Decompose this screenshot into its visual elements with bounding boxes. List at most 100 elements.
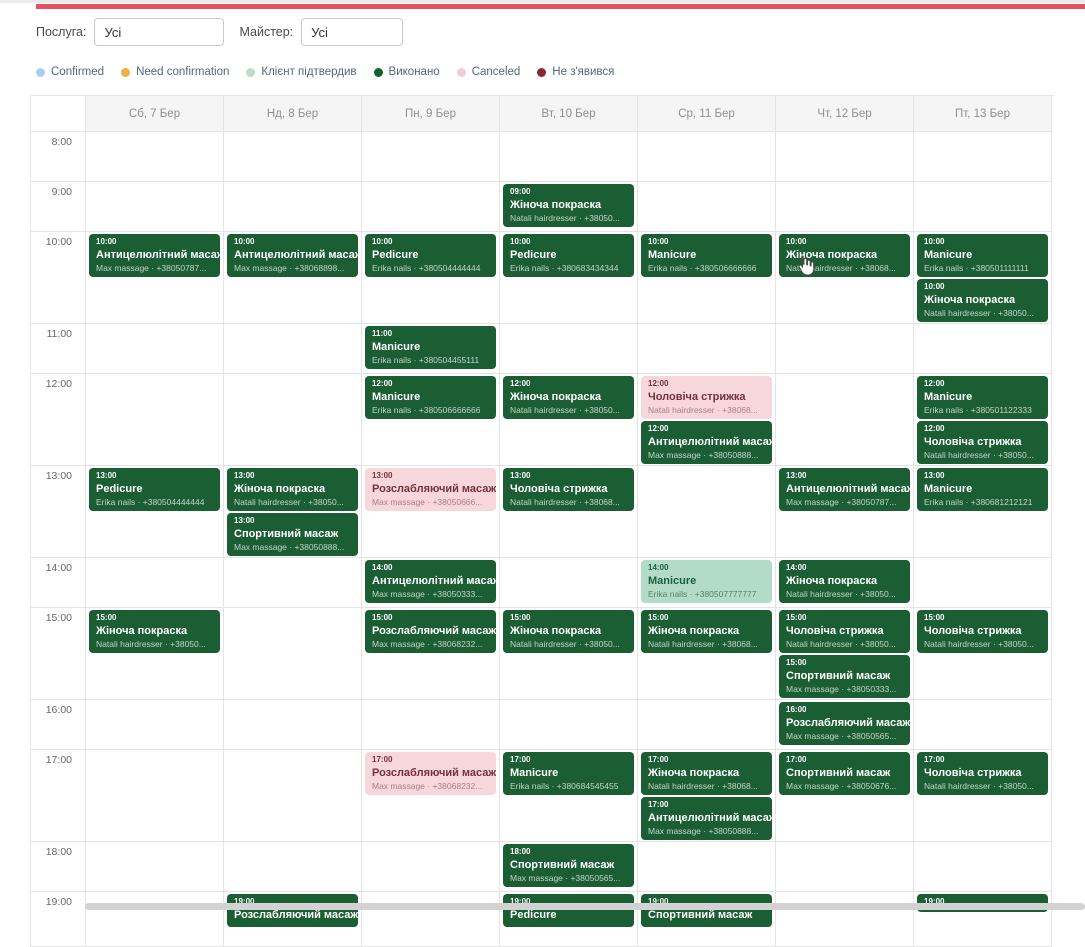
event-block[interactable]: 13:00Розслабляючий масажMax massage · +3… bbox=[365, 468, 496, 511]
calendar-cell[interactable] bbox=[86, 324, 224, 374]
calendar-cell[interactable] bbox=[500, 324, 638, 374]
calendar-cell[interactable]: 15:00Жіноча покраскаNatali hairdresser ·… bbox=[638, 608, 776, 700]
event-block[interactable]: 15:00Спортивний масажMax massage · +3805… bbox=[779, 655, 910, 698]
calendar-cell[interactable] bbox=[638, 700, 776, 750]
event-block[interactable]: 11:00ManicureErika nails · +380504455111 bbox=[365, 326, 496, 369]
calendar-cell[interactable]: 10:00ManicureErika nails · +380506666666 bbox=[638, 232, 776, 324]
calendar-cell[interactable] bbox=[914, 324, 1052, 374]
calendar-cell[interactable] bbox=[86, 558, 224, 608]
calendar-cell[interactable] bbox=[776, 374, 914, 466]
event-block[interactable]: 10:00PedicureErika nails · +380504444444 bbox=[365, 234, 496, 277]
calendar-cell[interactable] bbox=[914, 842, 1052, 892]
calendar-cell[interactable]: 15:00Жіноча покраскаNatali hairdresser ·… bbox=[500, 608, 638, 700]
event-block[interactable]: 12:00Жіноча покраскаNatali hairdresser ·… bbox=[503, 376, 634, 419]
event-block[interactable]: 13:00Спортивний масажMax massage · +3805… bbox=[227, 513, 358, 556]
calendar-cell[interactable] bbox=[776, 182, 914, 232]
event-block[interactable]: 19:00Pedicure bbox=[503, 894, 634, 927]
event-block[interactable]: 19:00Розслабляючий масаж bbox=[227, 894, 358, 927]
calendar-cell[interactable] bbox=[362, 132, 500, 182]
calendar-cell[interactable]: 19:00Спортивний масаж bbox=[638, 892, 776, 947]
event-block[interactable]: 14:00Жіноча покраскаNatali hairdresser ·… bbox=[779, 560, 910, 603]
event-block[interactable]: 13:00Антицелюлітний масажMax massage · +… bbox=[779, 468, 910, 511]
event-block[interactable]: 14:00ManicureErika nails · +380507777777 bbox=[641, 560, 772, 603]
calendar-cell[interactable] bbox=[86, 750, 224, 842]
calendar-cell[interactable] bbox=[914, 182, 1052, 232]
calendar-cell[interactable] bbox=[500, 132, 638, 182]
event-block[interactable]: 13:00Жіноча покраскаNatali hairdresser ·… bbox=[227, 468, 358, 511]
calendar-cell[interactable]: 12:00Жіноча покраскаNatali hairdresser ·… bbox=[500, 374, 638, 466]
calendar-cell[interactable] bbox=[638, 842, 776, 892]
calendar-cell[interactable]: 10:00Антицелюлітний масажMax massage · +… bbox=[86, 232, 224, 324]
event-block[interactable]: 10:00Антицелюлітний масажMax massage · +… bbox=[227, 234, 358, 277]
calendar-cell[interactable] bbox=[86, 842, 224, 892]
calendar-cell[interactable] bbox=[362, 182, 500, 232]
calendar-cell[interactable] bbox=[224, 750, 362, 842]
calendar-cell[interactable]: 14:00Антицелюлітний масажMax massage · +… bbox=[362, 558, 500, 608]
event-block[interactable]: 12:00ManicureErika nails · +380501122333 bbox=[917, 376, 1048, 419]
master-filter-input[interactable] bbox=[301, 18, 403, 46]
event-block[interactable]: 19:00Спортивний масаж bbox=[641, 894, 772, 927]
event-block[interactable]: 12:00Чоловіча стрижкаNatali hairdresser … bbox=[917, 421, 1048, 464]
calendar-cell[interactable]: 18:00Спортивний масажMax massage · +3805… bbox=[500, 842, 638, 892]
event-block[interactable]: 10:00ManicureErika nails · +380501111111 bbox=[917, 234, 1048, 277]
calendar-cell[interactable] bbox=[776, 842, 914, 892]
calendar-cell[interactable] bbox=[638, 324, 776, 374]
event-block[interactable]: 15:00Чоловіча стрижкаNatali hairdresser … bbox=[917, 610, 1048, 653]
calendar-cell[interactable]: 19:00Розслабляючий масаж bbox=[224, 892, 362, 947]
event-block[interactable]: 15:00Жіноча покраскаNatali hairdresser ·… bbox=[89, 610, 220, 653]
calendar-cell[interactable]: 17:00Спортивний масажMax massage · +3805… bbox=[776, 750, 914, 842]
calendar-cell[interactable] bbox=[224, 182, 362, 232]
calendar-cell[interactable] bbox=[500, 700, 638, 750]
event-block[interactable]: 17:00Чоловіча стрижкаNatali hairdresser … bbox=[917, 752, 1048, 795]
calendar-cell[interactable] bbox=[776, 132, 914, 182]
calendar-cell[interactable] bbox=[776, 892, 914, 947]
calendar-cell[interactable] bbox=[224, 842, 362, 892]
calendar-cell[interactable] bbox=[638, 466, 776, 558]
calendar-cell[interactable] bbox=[362, 892, 500, 947]
event-block[interactable]: 10:00Жіноча покраскаNatali hairdresser ·… bbox=[917, 279, 1048, 322]
calendar-cell[interactable]: 12:00ManicureErika nails · +380501122333… bbox=[914, 374, 1052, 466]
event-block[interactable]: 12:00ManicureErika nails · +380506666666 bbox=[365, 376, 496, 419]
calendar-cell[interactable] bbox=[224, 608, 362, 700]
event-block[interactable]: 17:00Спортивний масажMax massage · +3805… bbox=[779, 752, 910, 795]
calendar-cell[interactable]: 19:00Pedicure bbox=[500, 892, 638, 947]
event-block[interactable]: 17:00ManicureErika nails · +380684545455 bbox=[503, 752, 634, 795]
calendar-cell[interactable] bbox=[914, 558, 1052, 608]
calendar-cell[interactable]: 17:00ManicureErika nails · +380684545455 bbox=[500, 750, 638, 842]
calendar-cell[interactable]: 13:00PedicureErika nails · +380504444444 bbox=[86, 466, 224, 558]
calendar-cell[interactable] bbox=[224, 558, 362, 608]
event-block[interactable]: 15:00Чоловіча стрижкаNatali hairdresser … bbox=[779, 610, 910, 653]
calendar-cell[interactable]: 15:00Чоловіча стрижкаNatali hairdresser … bbox=[914, 608, 1052, 700]
calendar-cell[interactable] bbox=[914, 700, 1052, 750]
calendar-cell[interactable]: 13:00Чоловіча стрижкаNatali hairdresser … bbox=[500, 466, 638, 558]
event-block[interactable]: 16:00Розслабляючий масажMax massage · +3… bbox=[779, 702, 910, 745]
event-block[interactable]: 10:00PedicureErika nails · +380683434344 bbox=[503, 234, 634, 277]
horizontal-scrollbar[interactable] bbox=[85, 903, 1085, 910]
event-block[interactable]: 13:00Чоловіча стрижкаNatali hairdresser … bbox=[503, 468, 634, 511]
calendar-cell[interactable]: 11:00ManicureErika nails · +380504455111 bbox=[362, 324, 500, 374]
event-block[interactable]: 10:00ManicureErika nails · +380506666666 bbox=[641, 234, 772, 277]
service-filter-input[interactable] bbox=[94, 18, 224, 46]
event-block[interactable]: 17:00Антицелюлітний масажMax massage · +… bbox=[641, 797, 772, 840]
calendar-cell[interactable]: 10:00Антицелюлітний масажMax massage · +… bbox=[224, 232, 362, 324]
event-block[interactable]: 15:00Розслабляючий масажMax massage · +3… bbox=[365, 610, 496, 653]
calendar-cell[interactable]: 13:00ManicureErika nails · +380681212121 bbox=[914, 466, 1052, 558]
calendar-cell[interactable]: 15:00Жіноча покраскаNatali hairdresser ·… bbox=[86, 608, 224, 700]
calendar-cell[interactable] bbox=[638, 182, 776, 232]
calendar-cell[interactable]: 13:00Розслабляючий масажMax massage · +3… bbox=[362, 466, 500, 558]
calendar-cell[interactable]: 13:00Жіноча покраскаNatali hairdresser ·… bbox=[224, 466, 362, 558]
calendar-cell[interactable]: 16:00Розслабляючий масажMax massage · +3… bbox=[776, 700, 914, 750]
event-block[interactable]: 17:00Жіноча покраскаNatali hairdresser ·… bbox=[641, 752, 772, 795]
calendar-cell[interactable]: 13:00Антицелюлітний масажMax massage · +… bbox=[776, 466, 914, 558]
calendar-cell[interactable]: 17:00Жіноча покраскаNatali hairdresser ·… bbox=[638, 750, 776, 842]
event-block[interactable]: 10:00Антицелюлітний масажMax massage · +… bbox=[89, 234, 220, 277]
calendar-cell[interactable] bbox=[86, 132, 224, 182]
calendar-cell[interactable]: 14:00ManicureErika nails · +380507777777 bbox=[638, 558, 776, 608]
event-block[interactable]: 10:00Жіноча покраскаNatali hairdresser ·… bbox=[779, 234, 910, 277]
calendar-cell[interactable]: 10:00ManicureErika nails · +380501111111… bbox=[914, 232, 1052, 324]
event-block[interactable]: 15:00Жіноча покраскаNatali hairdresser ·… bbox=[503, 610, 634, 653]
event-block[interactable]: 13:00PedicureErika nails · +380504444444 bbox=[89, 468, 220, 511]
event-block[interactable]: 09:00Жіноча покраскаNatali hairdresser ·… bbox=[503, 184, 634, 227]
calendar-cell[interactable] bbox=[500, 558, 638, 608]
calendar-cell[interactable] bbox=[224, 374, 362, 466]
